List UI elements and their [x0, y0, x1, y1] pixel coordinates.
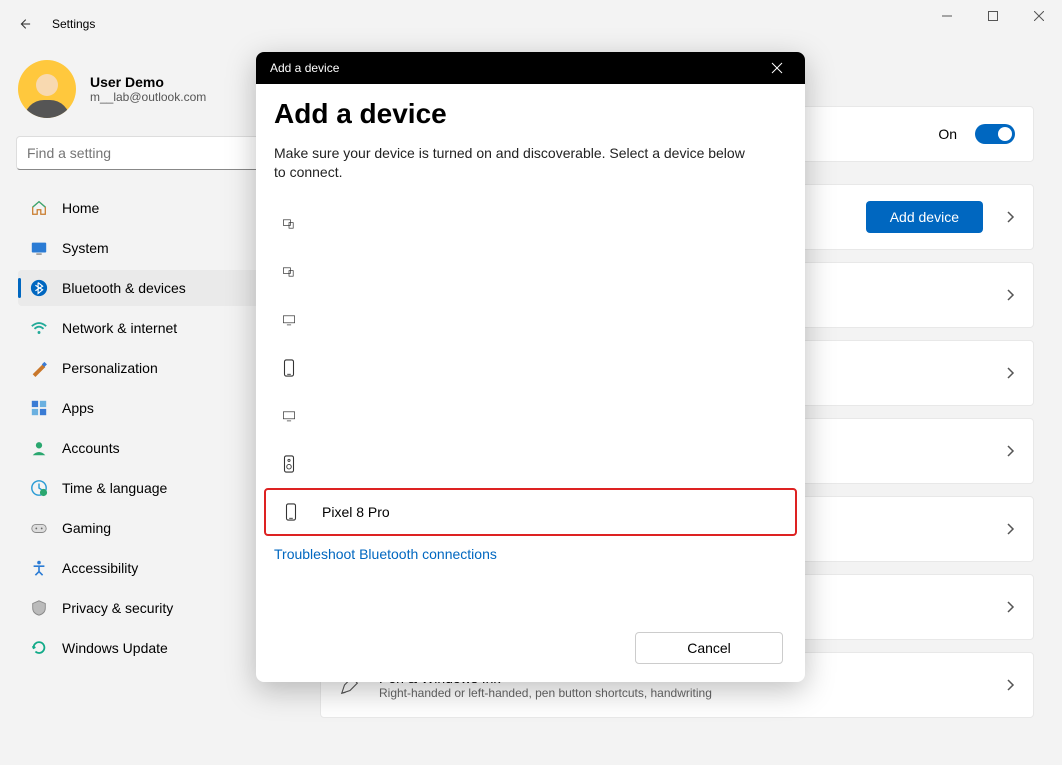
close-icon [1034, 11, 1044, 21]
monitor-icon [282, 407, 296, 425]
toggle-label: On [938, 126, 957, 142]
chevron-right-icon [1005, 210, 1015, 224]
sidebar-item-label: System [62, 240, 109, 256]
privacy-icon [30, 599, 48, 617]
back-button[interactable] [8, 8, 40, 40]
phone-icon [282, 359, 296, 377]
troubleshoot-link[interactable]: Troubleshoot Bluetooth connections [274, 546, 787, 562]
chevron-right-icon [1005, 444, 1015, 458]
search-input[interactable] [27, 145, 271, 161]
row-subtitle: Right-handed or left-handed, pen button … [379, 686, 712, 700]
accessibility-icon [30, 559, 48, 577]
device-list: Pixel 8 Pro [274, 200, 787, 536]
dialog-subtitle: Make sure your device is turned on and d… [274, 144, 754, 182]
devices-icon [282, 215, 296, 233]
maximize-button[interactable] [970, 0, 1016, 32]
device-label: Pixel 8 Pro [322, 504, 390, 520]
device-item-4[interactable] [274, 392, 787, 440]
close-icon [771, 62, 783, 74]
chevron-right-icon [1005, 366, 1015, 380]
speaker-icon [282, 455, 296, 473]
monitor-icon [282, 311, 296, 329]
dialog-close-button[interactable] [771, 62, 795, 74]
sidebar-item-label: Accounts [62, 440, 120, 456]
sidebar-item-label: Accessibility [62, 560, 138, 576]
profile-email: m__lab@outlook.com [90, 90, 206, 104]
dialog-heading: Add a device [274, 98, 787, 130]
home-icon [30, 199, 48, 217]
window-title: Settings [52, 17, 95, 31]
phone-icon [284, 503, 298, 521]
dialog-titlebar: Add a device [256, 52, 805, 84]
accounts-icon [30, 439, 48, 457]
chevron-right-icon [1005, 678, 1015, 692]
add-device-button[interactable]: Add device [866, 201, 983, 233]
sidebar-item-label: Home [62, 200, 99, 216]
device-item-5[interactable] [274, 440, 787, 488]
device-item-1[interactable] [274, 248, 787, 296]
cancel-button[interactable]: Cancel [635, 632, 783, 664]
device-item-3[interactable] [274, 344, 787, 392]
devices-icon [282, 263, 296, 281]
add-device-dialog: Add a device Add a device Make sure your… [256, 52, 805, 682]
device-item-0[interactable] [274, 200, 787, 248]
profile-name: User Demo [90, 74, 206, 90]
dialog-titlebar-text: Add a device [270, 61, 339, 75]
titlebar: Settings [0, 0, 1062, 48]
time-icon [30, 479, 48, 497]
apps-icon [30, 399, 48, 417]
sidebar-item-label: Windows Update [62, 640, 168, 656]
personalization-icon [30, 359, 48, 377]
sidebar-item-label: Personalization [62, 360, 158, 376]
minimize-icon [942, 11, 952, 21]
chevron-right-icon [1005, 600, 1015, 614]
gaming-icon [30, 519, 48, 537]
close-button[interactable] [1016, 0, 1062, 32]
sidebar-item-label: Network & internet [62, 320, 177, 336]
chevron-right-icon [1005, 288, 1015, 302]
sidebar-item-label: Gaming [62, 520, 111, 536]
bluetooth-icon [30, 279, 48, 297]
sidebar-item-label: Bluetooth & devices [62, 280, 186, 296]
sidebar-item-label: Privacy & security [62, 600, 173, 616]
network-icon [30, 319, 48, 337]
update-icon [30, 639, 48, 657]
sidebar-item-label: Apps [62, 400, 94, 416]
minimize-button[interactable] [924, 0, 970, 32]
system-icon [30, 239, 48, 257]
window-controls [924, 0, 1062, 32]
avatar [18, 60, 76, 118]
chevron-right-icon [1005, 522, 1015, 536]
device-item-6[interactable]: Pixel 8 Pro [264, 488, 797, 536]
sidebar-item-label: Time & language [62, 480, 167, 496]
arrow-left-icon [17, 17, 31, 31]
bluetooth-toggle[interactable] [975, 124, 1015, 144]
search-box[interactable] [16, 136, 296, 170]
device-item-2[interactable] [274, 296, 787, 344]
maximize-icon [988, 11, 998, 21]
